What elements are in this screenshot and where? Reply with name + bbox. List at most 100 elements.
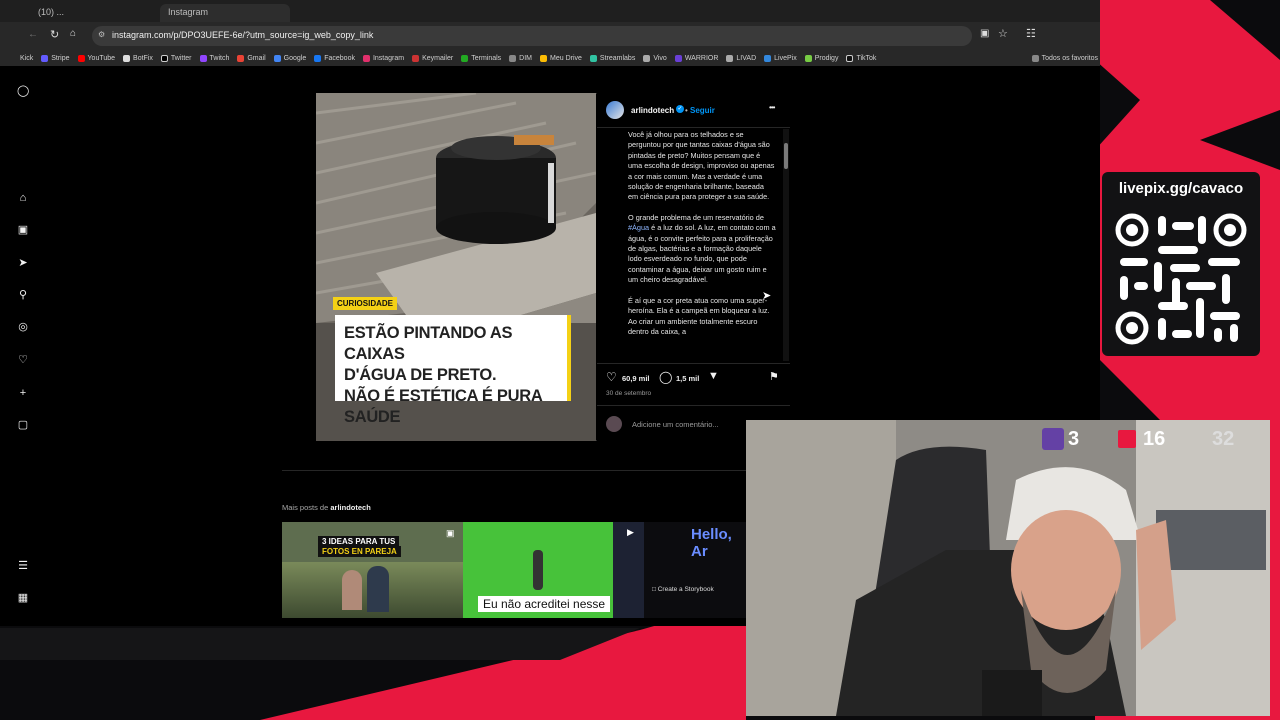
bookmark-facebook[interactable]: Facebook [314,54,355,62]
url-text: instagram.com/p/DPO3UEFE-6e/?utm_source=… [112,30,374,40]
like-heart-icon[interactable]: ♡ [606,370,617,384]
bookmark-twitch[interactable]: Twitch [199,54,229,62]
more-posts-label: Mais posts de arlindotech [282,503,371,512]
thumb-person [367,566,389,612]
divider [597,127,790,128]
thumb-headline: Hello, Ar [691,526,732,560]
twitch-icon [1042,428,1064,450]
bookmark-botfix[interactable]: BotFix [123,54,153,62]
bookmark-google[interactable]: Google [273,54,306,62]
comment-input[interactable]: Adicione um comentário... [632,420,719,429]
twitch-viewer-count: 3 [1068,428,1080,450]
divider [597,405,790,406]
reel-icon: ▶ [627,527,634,537]
follow-button[interactable]: Seguir [690,106,715,115]
comment-icon[interactable]: ◯ [659,370,672,384]
bookmark-instagram[interactable]: Instagram [362,54,404,62]
bookmark-warrior[interactable]: WARRIOR [674,54,718,62]
extensions-icon[interactable]: ☷ [1026,27,1036,40]
meta-nav-icon[interactable]: ▦ [17,592,29,604]
install-icon[interactable]: ▣ [980,28,989,39]
thumb-person [342,570,362,610]
scrollbar-thumb[interactable] [784,143,788,169]
site-info-icon[interactable]: ⚙ [98,30,105,39]
more-options-icon[interactable]: ••• [769,103,775,112]
back-icon[interactable]: ← [28,29,38,40]
share-icon[interactable]: ▼ [708,370,719,382]
home-icon[interactable]: ⌂ [70,28,76,39]
headline-line-3: NÃO É ESTÉTICA É PURA SAÚDE [344,387,542,426]
home-nav-icon[interactable]: ⌂ [17,192,29,204]
post-image[interactable]: CURIOSIDADE ESTÃO PINTANDO AS CAIXAS D'Á… [316,93,596,441]
comments-count[interactable]: 1,5 mil [676,374,699,383]
thumb-figure [533,550,543,590]
mouse-cursor-icon: ➤ [762,290,772,302]
bookmark-terminals[interactable]: Terminals [461,54,501,62]
caption-paragraph: É aí que a cor preta atua como uma super… [628,295,770,336]
reels-nav-icon[interactable]: ▣ [17,224,29,236]
profile-nav-icon[interactable]: ▢ [17,419,29,431]
bookmark-meu-drive[interactable]: Meu Drive [540,54,582,62]
address-bar[interactable]: ⚙ instagram.com/p/DPO3UEFE-6e/?utm_sourc… [92,26,972,46]
bookmark-tiktok[interactable]: TikTok [846,54,876,62]
all-favorites-folder[interactable]: Todos os favoritos [1031,54,1098,62]
bookmark-livad[interactable]: LIVAD [726,54,756,62]
bookmarks-bar: Kick Stripe YouTube BotFix Twitter Twitc… [0,50,1100,66]
bookmark-prodigy[interactable]: Prodigy [804,54,838,62]
section-divider [282,470,746,471]
headline-line-2: D'ÁGUA DE PRETO. [344,366,497,384]
post-username[interactable]: arlindotech [631,106,674,115]
image-category-tag: CURIOSIDADE [333,297,398,310]
divider [597,363,790,364]
reload-icon[interactable]: ↻ [50,28,59,41]
browser-tab[interactable]: (10) ... [30,4,160,22]
other-count: 32 [1212,428,1235,450]
livepix-panel: livepix.gg/cavaco [1102,172,1260,356]
caption-paragraph: O grande problema de um reservatório de … [628,212,776,285]
more-post-thumb-3[interactable]: Hello, Ar □ Create a Storybook [644,522,746,618]
livepix-url: livepix.gg/cavaco [1118,180,1244,197]
bookmark-gmail[interactable]: Gmail [237,54,266,62]
bookmark-keymailer[interactable]: Keymailer [412,54,453,62]
likes-count[interactable]: 60,9 mil [622,374,650,383]
messages-nav-icon[interactable]: ➤ [17,257,29,269]
instagram-logo-icon[interactable]: ◯ [17,85,29,97]
bookmark-vivo[interactable]: Vivo [643,54,667,62]
image-headline: ESTÃO PINTANDO AS CAIXAS D'ÁGUA DE PRETO… [335,315,571,426]
storybook-button[interactable]: □ Create a Storybook [652,586,714,593]
bookmark-dim[interactable]: DIM [509,54,532,62]
browser-tab-bar: (10) ... Instagram [0,0,1100,22]
more-post-thumb-1[interactable]: 3 IDEAS PARA TUS FOTOS EN PAREJA ▣ [282,522,463,618]
qr-code [1114,212,1248,346]
bookmark-stripe[interactable]: Stripe [41,54,70,62]
save-bookmark-icon[interactable]: ⚑ [769,370,779,383]
browser-tab-active[interactable]: Instagram [160,4,290,22]
bookmark-kick[interactable]: Kick [20,55,33,62]
post-sidebar: arlindotech ✓ • Seguir ••• Você já olhou… [597,93,790,441]
more-posts-username[interactable]: arlindotech [330,503,370,512]
bookmark-youtube[interactable]: YouTube [77,54,115,62]
hashtag-link[interactable]: #Água [628,223,649,232]
search-nav-icon[interactable]: ⚲ [17,289,29,301]
headline-line-1: ESTÃO PINTANDO AS CAIXAS [344,324,513,363]
bookmark-streamlabs[interactable]: Streamlabs [589,54,635,62]
notifications-nav-icon[interactable]: ♡ [17,354,29,366]
live-subtitle: Eu não acreditei nesse [478,596,611,612]
bookmark-livepix[interactable]: LivePix [764,54,797,62]
thumb-caption: FOTOS EN PAREJA [318,546,401,557]
caption-scrollbar[interactable] [783,129,789,361]
calendar-count: 16 [1143,428,1166,450]
commenter-avatar [606,416,622,432]
avatar[interactable] [606,101,624,119]
dot-separator: • [685,106,688,115]
create-nav-icon[interactable]: + [17,387,29,399]
explore-nav-icon[interactable]: ◎ [17,321,29,333]
bookmark-star-icon[interactable]: ☆ [998,27,1008,40]
calendar-icon [1118,430,1136,448]
verified-badge-icon: ✓ [676,105,684,113]
tab-title: (10) ... [38,7,65,17]
post-date: 30 de setembro [606,390,652,397]
bookmark-twitter[interactable]: Twitter [160,54,192,62]
menu-nav-icon[interactable]: ☰ [17,560,29,572]
caption-scroll[interactable]: Você já olhou para os telhados e se perg… [628,130,776,358]
